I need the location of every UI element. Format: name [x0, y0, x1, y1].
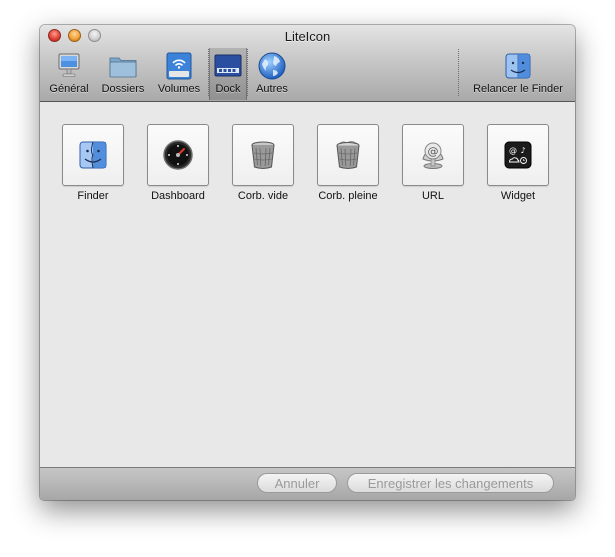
preferences-window: LiteIcon Général Dossiers Volumes Dock A…	[40, 25, 575, 500]
icon-caption: Dashboard	[151, 190, 205, 202]
icon-well[interactable]: @	[402, 124, 464, 186]
icon-caption: URL	[421, 190, 444, 202]
dock-icon	[212, 50, 244, 82]
folder-icon	[107, 50, 139, 82]
icon-tile-dashboard[interactable]: Dashboard	[147, 124, 209, 202]
icon-well[interactable]	[232, 124, 294, 186]
toolbar-item-label: Autres	[256, 83, 288, 95]
icon-caption: Widget	[500, 190, 536, 202]
relaunch-finder-label: Relancer le Finder	[473, 83, 563, 95]
icon-well[interactable]	[62, 124, 124, 186]
icon-well[interactable]: @ ♪	[487, 124, 549, 186]
toolbar-item-autres[interactable]: Autres	[250, 50, 294, 98]
globe-icon	[256, 50, 288, 82]
icon-tile-widget[interactable]: @ ♪ Widget	[487, 124, 549, 202]
trash-empty-icon	[251, 141, 275, 169]
toolbar-item-label: Général	[49, 83, 89, 95]
svg-text:@: @	[509, 146, 517, 155]
toolbar-separator	[458, 49, 459, 96]
icon-caption: Corb. vide	[237, 190, 289, 202]
icon-well[interactable]	[317, 124, 379, 186]
window-title: LiteIcon	[284, 29, 331, 44]
monitor-icon	[53, 50, 85, 82]
icon-tile-trash-full[interactable]: Corb. pleine	[317, 124, 379, 202]
toolbar-item-general[interactable]: Général	[46, 50, 92, 98]
icon-tile-trash-empty[interactable]: Corb. vide	[232, 124, 294, 202]
svg-text:@: @	[428, 145, 439, 158]
finder-icon	[79, 141, 107, 169]
external-drive-icon	[163, 50, 195, 82]
toolbar-item-label: Dock	[215, 83, 241, 95]
toolbar-item-label: Volumes	[157, 83, 201, 95]
cancel-button[interactable]: Annuler	[257, 473, 337, 493]
toolbar-item-dock[interactable]: Dock	[209, 48, 247, 100]
icon-tile-finder[interactable]: Finder	[62, 124, 124, 202]
icon-caption: Finder	[77, 190, 109, 202]
icon-caption: Corb. pleine	[318, 190, 378, 202]
relaunch-finder-button[interactable]: Relancer le Finder	[464, 50, 572, 98]
save-changes-button[interactable]: Enregistrer les changements	[347, 473, 554, 493]
svg-text:♪: ♪	[520, 146, 525, 155]
toolbar: LiteIcon Général Dossiers Volumes Dock A…	[40, 25, 575, 102]
icon-grid: Finder Dashboard Corb. vide Corb. pleine…	[40, 102, 575, 467]
icon-tile-url[interactable]: @ URL	[402, 124, 464, 202]
toolbar-item-dossiers[interactable]: Dossiers	[96, 50, 150, 98]
url-icon: @	[422, 142, 444, 169]
widget-icon: @ ♪	[504, 141, 532, 169]
toolbar-separator	[247, 49, 248, 96]
icon-well[interactable]	[147, 124, 209, 186]
dashboard-icon	[163, 140, 193, 170]
finder-icon	[502, 50, 534, 82]
trash-full-icon	[336, 141, 360, 169]
footer-bar: Annuler Enregistrer les changements	[40, 467, 575, 500]
toolbar-item-volumes[interactable]: Volumes	[154, 50, 204, 98]
toolbar-item-label: Dossiers	[101, 83, 145, 95]
